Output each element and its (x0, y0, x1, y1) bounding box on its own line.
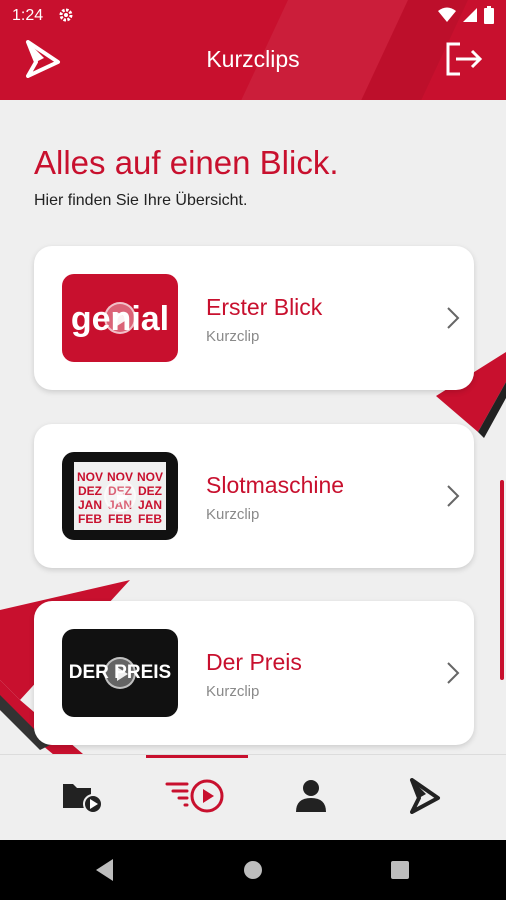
chevron-right-icon (446, 484, 460, 513)
clip-thumbnail: DER PREIS (62, 629, 178, 717)
slot-reel: NOV DEZ JAN FEB (74, 462, 106, 530)
section-heading: Alles auf einen Blick. (34, 144, 339, 181)
gear-icon (58, 7, 74, 28)
reel-text: JAN (77, 498, 102, 512)
signal-icon (462, 7, 478, 28)
clip-title: Erster Blick (206, 294, 323, 320)
reel-text: FEB (138, 512, 162, 526)
reel-text: FEB (78, 512, 102, 526)
reel-text: NOV (136, 470, 163, 484)
clip-type: Kurzclip (206, 683, 260, 700)
person-icon (294, 778, 328, 819)
clip-thumbnail: NOV DEZ JAN FEB NOV DEZ JAN FEB NOV DEZ … (62, 452, 178, 540)
folder-play-icon (61, 778, 105, 819)
clip-type: Kurzclip (206, 328, 260, 345)
wifi-icon (438, 7, 456, 28)
slot-reel: NOV DEZ JAN FEB (134, 462, 166, 530)
section-subheading: Hier finden Sie Ihre Übersicht. (34, 192, 248, 209)
home-icon[interactable] (244, 861, 262, 879)
nav-item-kurzclips[interactable] (134, 755, 260, 841)
reel-text: JAN (137, 498, 162, 512)
status-bar: 1:24 (0, 0, 506, 32)
status-time: 1:24 (12, 7, 44, 24)
battery-icon (484, 6, 494, 29)
play-icon (104, 480, 136, 512)
clip-card-der-preis[interactable]: DER PREIS Der Preis Kurzclip (34, 601, 474, 745)
reel-text: NOV (76, 470, 103, 484)
clip-title: Der Preis (206, 649, 302, 675)
clip-thumbnail: genial (62, 274, 178, 362)
play-icon (104, 302, 136, 334)
reel-text: FEB (108, 512, 132, 526)
main-content[interactable]: Alles auf einen Blick. Hier finden Sie I… (0, 100, 506, 754)
reel-text: DEZ (138, 484, 162, 498)
app-header: 1:24 Kurzclips (0, 0, 506, 100)
fast-play-icon (165, 776, 229, 821)
play-icon (104, 657, 136, 689)
recents-icon[interactable] (391, 861, 409, 879)
nav-item-library[interactable] (20, 755, 146, 841)
clip-card-slotmaschine[interactable]: NOV DEZ JAN FEB NOV DEZ JAN FEB NOV DEZ … (34, 424, 474, 568)
nav-item-home[interactable] (362, 755, 488, 841)
clip-type: Kurzclip (206, 506, 260, 523)
logout-icon[interactable] (444, 40, 484, 83)
scrollbar[interactable] (500, 480, 504, 680)
page-title: Kurzclips (206, 46, 300, 72)
system-nav-bar (0, 840, 506, 900)
reel-text: DEZ (78, 484, 102, 498)
clip-card-erster-blick[interactable]: genial Erster Blick Kurzclip (34, 246, 474, 390)
chevron-right-icon (446, 306, 460, 335)
bottom-nav (0, 754, 506, 840)
clip-title: Slotmaschine (206, 472, 345, 498)
app-logo-icon (408, 777, 442, 819)
chevron-right-icon (446, 661, 460, 690)
back-icon[interactable] (96, 859, 113, 881)
nav-item-profile[interactable] (248, 755, 374, 841)
